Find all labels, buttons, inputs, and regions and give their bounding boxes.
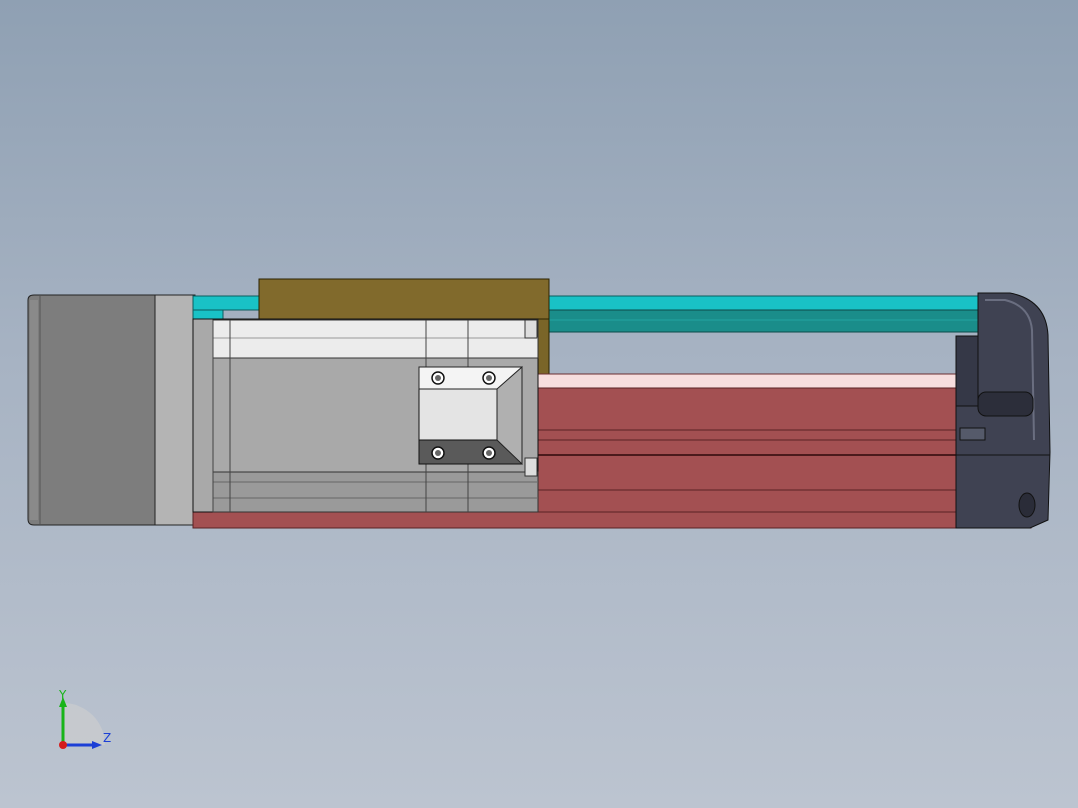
slider-block[interactable] bbox=[418, 365, 523, 466]
y-axis-label: Y bbox=[59, 688, 67, 702]
graphics-viewport[interactable]: Y Z bbox=[0, 0, 1078, 808]
motor-body[interactable] bbox=[27, 294, 156, 526]
linear-actuator-model[interactable] bbox=[0, 0, 1078, 808]
z-axis-label: Z bbox=[103, 731, 112, 745]
